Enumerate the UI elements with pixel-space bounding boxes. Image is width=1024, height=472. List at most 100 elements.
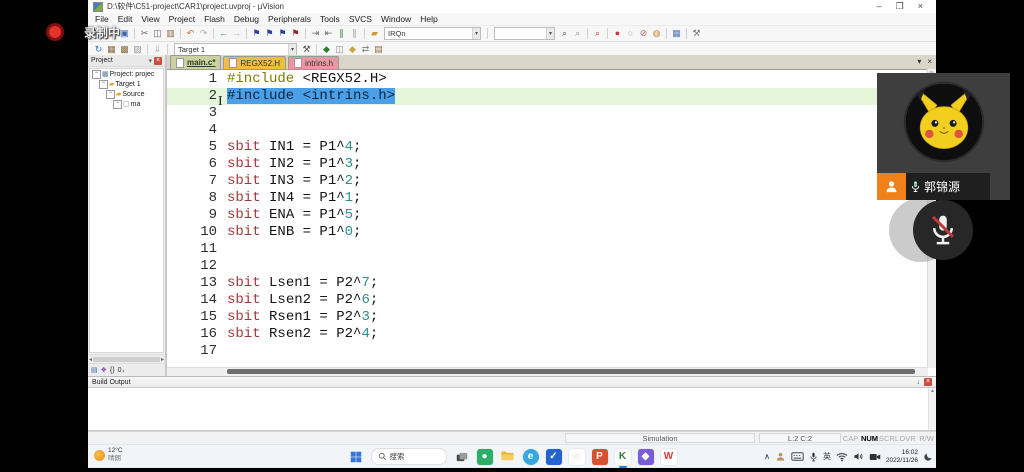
- editor-hscrollbar[interactable]: [167, 367, 928, 376]
- chevron-down-icon[interactable]: ▾: [472, 28, 480, 39]
- microphone-icon[interactable]: [809, 451, 818, 463]
- autohide-pin-icon[interactable]: ↓: [917, 379, 921, 386]
- editor-pane-close-icon[interactable]: ×: [927, 57, 932, 66]
- camera-icon[interactable]: [869, 452, 881, 462]
- build-output-header[interactable]: Build Output ↓ ×: [88, 376, 936, 388]
- file-explorer-icon[interactable]: [500, 449, 516, 465]
- undo-icon[interactable]: ↶: [184, 27, 197, 40]
- build-output-body[interactable]: ▲: [88, 388, 936, 431]
- tree-item[interactable]: −▦Project: projec: [90, 69, 163, 79]
- breakpoint-disable-all-icon[interactable]: ⊘: [637, 27, 650, 40]
- irqn-combo[interactable]: IRQn▾: [384, 27, 481, 40]
- edge-icon[interactable]: e: [523, 449, 539, 465]
- navigate-back-icon[interactable]: ←: [217, 27, 230, 40]
- project-close-icon[interactable]: ×: [154, 57, 162, 65]
- bookmark-prev-icon[interactable]: ⚑: [263, 27, 276, 40]
- indent-icon[interactable]: ⇥: [309, 27, 322, 40]
- tree-expander-icon[interactable]: −: [113, 100, 122, 109]
- taskbar-clock[interactable]: 16:02 2022/11/26: [886, 449, 918, 464]
- task-view-icon[interactable]: [454, 449, 470, 465]
- menu-tools[interactable]: Tools: [320, 14, 340, 24]
- functions-tab-icon[interactable]: {}: [110, 367, 115, 374]
- search-combo[interactable]: ▾: [494, 27, 555, 40]
- menu-edit[interactable]: Edit: [118, 14, 133, 24]
- menu-view[interactable]: View: [141, 14, 159, 24]
- build-output-close-icon[interactable]: ×: [924, 378, 932, 386]
- chevron-down-icon[interactable]: ▾: [546, 28, 554, 39]
- todo-app-icon[interactable]: ✓: [546, 449, 562, 465]
- pin-icon[interactable]: ▾: [148, 57, 152, 65]
- books-tab-icon[interactable]: ❖: [101, 366, 107, 374]
- tree-expander-icon[interactable]: −: [106, 90, 115, 99]
- folder-icon[interactable]: ▰: [368, 27, 381, 40]
- mic-muted-button[interactable]: [913, 200, 973, 260]
- start-button[interactable]: [348, 449, 364, 465]
- tab-mainc[interactable]: main.c*: [170, 55, 221, 69]
- tree-item[interactable]: −▢ma: [90, 99, 163, 109]
- cut-icon[interactable]: ✂: [138, 27, 151, 40]
- redo-icon[interactable]: ↷: [197, 27, 210, 40]
- editor-pane-menu-icon[interactable]: ▾: [917, 57, 921, 66]
- chevron-down-icon[interactable]: ▾: [288, 44, 296, 55]
- powerpoint-icon[interactable]: P: [592, 449, 608, 465]
- office-365-icon[interactable]: ◌: [569, 449, 585, 465]
- wifi-icon[interactable]: [836, 452, 848, 462]
- title-bar[interactable]: D:\软件\C51-project\CAR1\project.uvproj - …: [88, 0, 936, 13]
- minimize-button[interactable]: –: [877, 1, 882, 12]
- scroll-right-arrow[interactable]: ▸: [161, 356, 164, 363]
- tree-expander-icon[interactable]: −: [99, 80, 108, 89]
- menu-flash[interactable]: Flash: [204, 14, 225, 24]
- menu-window[interactable]: Window: [381, 14, 411, 24]
- tray-expand-icon[interactable]: ∧: [764, 452, 770, 461]
- tab-REGX52H[interactable]: REGX52.H: [223, 56, 286, 69]
- tree-item[interactable]: −▰Source: [90, 89, 163, 99]
- find-next-icon[interactable]: ⌕: [571, 27, 584, 40]
- menu-project[interactable]: Project: [169, 14, 195, 24]
- copy-icon[interactable]: ◫: [151, 27, 164, 40]
- navigate-forward-icon[interactable]: →: [230, 27, 243, 40]
- outdent-icon[interactable]: ⇤: [322, 27, 335, 40]
- memory-window-icon[interactable]: ▦: [670, 27, 683, 40]
- menu-file[interactable]: File: [95, 14, 109, 24]
- search-box[interactable]: 搜索: [371, 448, 447, 465]
- breakpoint-toggle-icon[interactable]: ●: [611, 27, 624, 40]
- menu-debug[interactable]: Debug: [234, 14, 259, 24]
- menu-svcs[interactable]: SVCS: [349, 14, 372, 24]
- build-output-scrollbar[interactable]: ▲: [928, 388, 936, 430]
- project-tab-icon[interactable]: ▤: [91, 366, 98, 374]
- scroll-left-arrow[interactable]: ◂: [89, 356, 92, 363]
- uncomment-icon[interactable]: ∥: [348, 27, 361, 40]
- comment-icon[interactable]: ∥: [335, 27, 348, 40]
- night-light-icon[interactable]: [923, 452, 933, 462]
- tree-item[interactable]: −▰Target 1: [90, 79, 163, 89]
- menu-help[interactable]: Help: [420, 14, 437, 24]
- tab-intrinsh[interactable]: intrins.h: [288, 56, 339, 69]
- scroll-thumb[interactable]: [93, 357, 160, 362]
- code-area[interactable]: 1#include <REGX52.H>2#include <intrins.h…: [167, 69, 928, 368]
- find-in-files-icon[interactable]: ⌕: [558, 27, 571, 40]
- bookmark-toggle-icon[interactable]: ⚑: [250, 27, 263, 40]
- wechat-icon[interactable]: ●: [477, 449, 493, 465]
- bookmark-next-icon[interactable]: ⚑: [276, 27, 289, 40]
- keyboard-icon[interactable]: [791, 451, 804, 462]
- close-button[interactable]: ×: [918, 1, 923, 12]
- recorder-person-icon[interactable]: [775, 451, 786, 462]
- ime-indicator[interactable]: 英: [823, 451, 831, 462]
- menu-peripherals[interactable]: Peripherals: [268, 14, 311, 24]
- breakpoint-kill-all-icon[interactable]: ◍: [650, 27, 663, 40]
- debug-session-icon[interactable]: ⌕: [591, 27, 604, 40]
- purple-app-icon[interactable]: ◆: [638, 449, 654, 465]
- bookmark-clear-icon[interactable]: ⚑: [289, 27, 302, 40]
- weather-widget[interactable]: 12°C 晴朗: [94, 447, 123, 463]
- configure-icon[interactable]: ⚒: [690, 27, 703, 40]
- keil-uvision-icon[interactable]: K: [615, 449, 631, 465]
- hscroll-thumb[interactable]: [227, 369, 915, 374]
- maximize-button[interactable]: ❐: [896, 1, 904, 12]
- templates-tab-icon[interactable]: 0₊: [118, 366, 126, 374]
- tree-expander-icon[interactable]: −: [92, 70, 101, 79]
- breakpoint-disable-icon[interactable]: ○: [624, 27, 637, 40]
- project-hscrollbar[interactable]: ◂ ▸: [88, 354, 165, 363]
- volume-icon[interactable]: [853, 451, 864, 462]
- paste-icon[interactable]: ▥: [164, 27, 177, 40]
- wps-icon[interactable]: W: [661, 449, 677, 465]
